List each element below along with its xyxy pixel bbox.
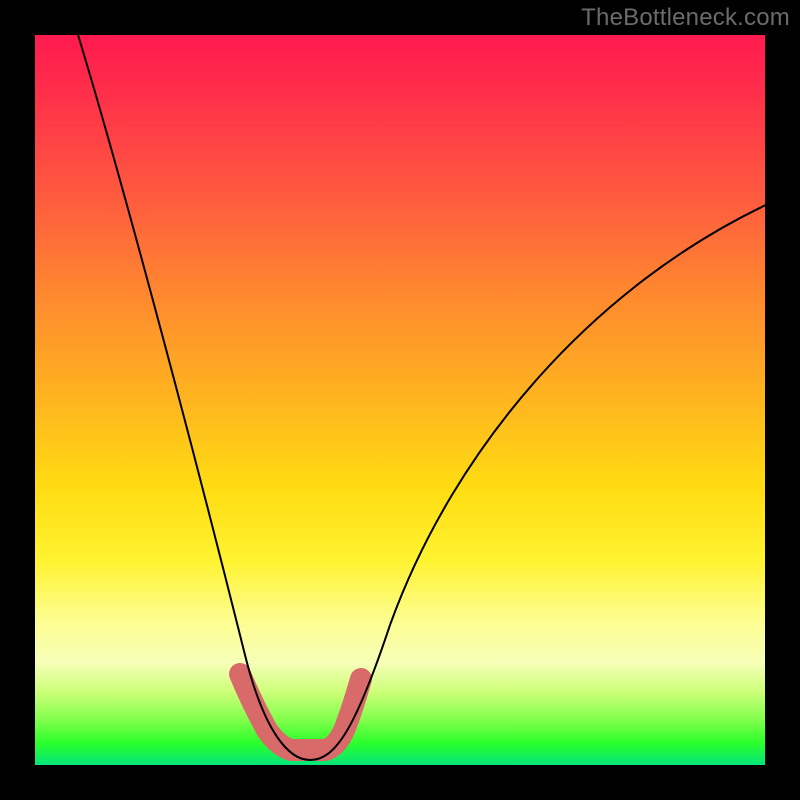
chart-frame: TheBottleneck.com	[0, 0, 800, 800]
plot-area	[35, 35, 765, 765]
watermark-text: TheBottleneck.com	[581, 4, 790, 32]
bottleneck-curve	[75, 25, 770, 760]
curve-svg	[35, 35, 765, 765]
